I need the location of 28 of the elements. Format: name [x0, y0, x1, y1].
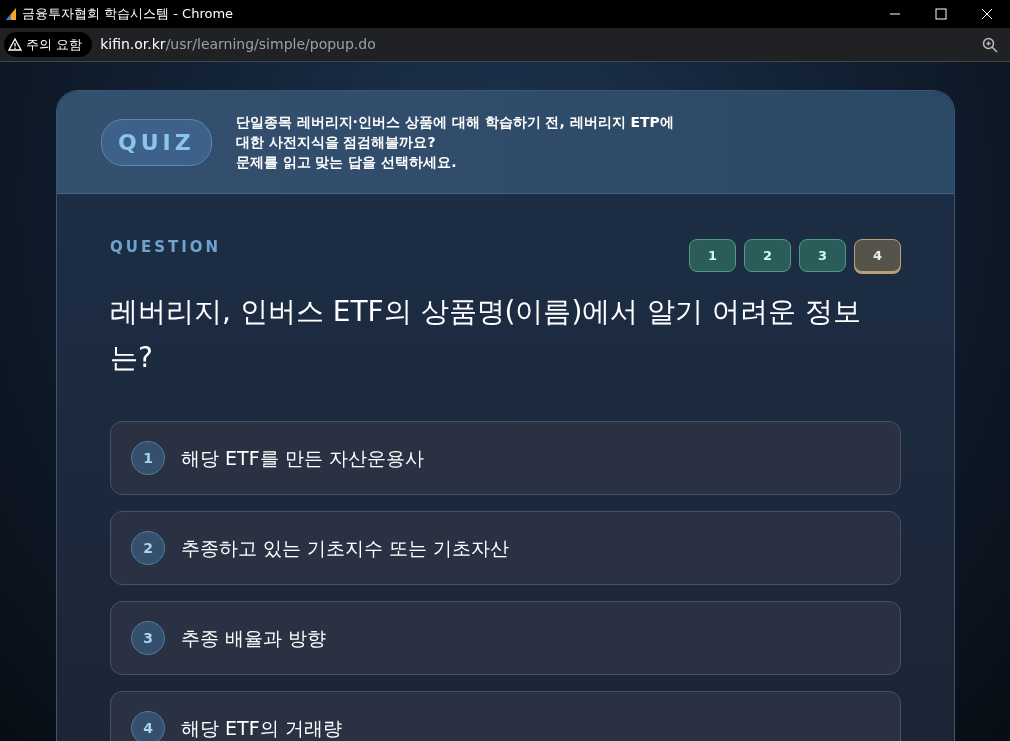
security-label: 주의 요함 [26, 35, 83, 54]
question-tab[interactable]: 3 [799, 239, 846, 272]
intro-text: 단일종목 레버리지·인버스 상품에 대해 학습하기 전, 레버리지 ETP에 [235, 113, 674, 132]
url-path: /usr/learning/simple/popup.do [165, 35, 376, 54]
answer-option[interactable]: 4 해당 ETF의 거래량 [110, 691, 901, 741]
question-tab[interactable]: 2 [744, 239, 791, 272]
answer-option[interactable]: 2 추종하고 있는 기초지수 또는 기초자산 [110, 511, 901, 585]
question-text: 레버리지, 인버스 ETF의 상품명(이름)에서 알기 어려운 정보는? [110, 294, 863, 376]
question-tab[interactable]: 4 [854, 239, 901, 272]
app-icon [4, 6, 18, 22]
warning-icon [8, 38, 22, 51]
option-number: 4 [131, 711, 165, 741]
intro-text: 대한 사전지식을 점검해볼까요? [235, 133, 437, 152]
close-icon [981, 8, 993, 20]
maximize-icon [935, 8, 947, 20]
url-host: kifin.or.kr [100, 35, 166, 54]
answer-option[interactable]: 3 추종 배율과 방향 [110, 601, 901, 675]
window-title: 금융투자협회 학습시스템 - Chrome [22, 5, 235, 24]
intro-text: 문제를 읽고 맞는 답을 선택하세요. [235, 153, 458, 172]
option-number: 2 [131, 531, 165, 565]
zoom-icon[interactable] [982, 36, 998, 53]
option-number: 1 [131, 441, 165, 475]
quiz-badge: QUIZ [101, 118, 212, 166]
question-label: QUESTION [110, 237, 222, 259]
answer-option[interactable]: 1 해당 ETF를 만든 자산운용사 [110, 421, 901, 495]
security-warning-button[interactable]: 주의 요함 [4, 31, 93, 58]
question-tab[interactable]: 1 [689, 239, 736, 272]
option-number: 3 [131, 621, 165, 655]
